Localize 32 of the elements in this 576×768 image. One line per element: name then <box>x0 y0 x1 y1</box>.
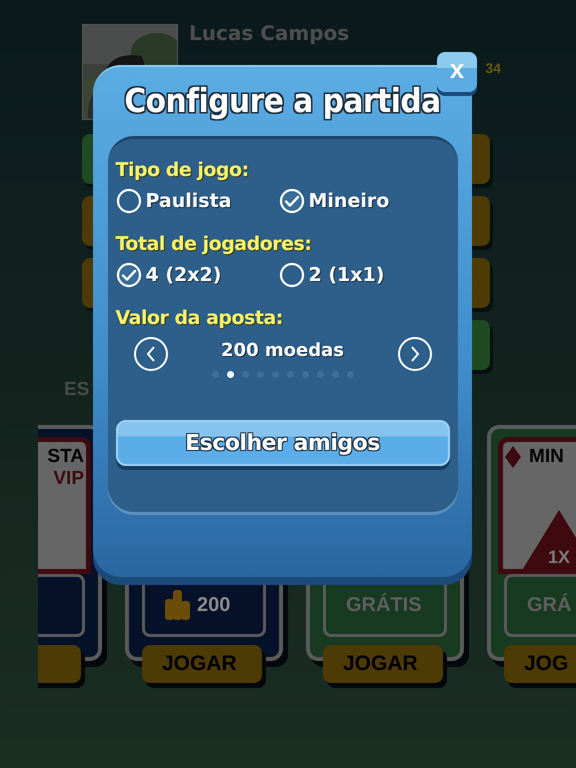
price-text: 200 <box>197 594 230 616</box>
coins-icon <box>165 590 191 620</box>
section-label: Valor da aposta: <box>116 307 284 329</box>
card-badge: 1X <box>521 510 576 572</box>
play-button[interactable]: JOGAR <box>323 645 443 683</box>
section-heading: ES <box>64 379 90 401</box>
play-button[interactable]: JOG <box>504 645 576 683</box>
previous-button[interactable] <box>134 337 168 371</box>
section-label: Tipo de jogo: <box>116 159 250 181</box>
card-title: STA <box>47 446 84 468</box>
diamond-icon <box>505 446 521 468</box>
bet-value: 200 moedas <box>221 340 344 361</box>
chevron-left-icon <box>144 346 156 362</box>
option-label[interactable]: Mineiro <box>308 190 390 212</box>
player-name: Lucas Campos <box>189 21 350 45</box>
checked-radio-icon[interactable] <box>278 188 304 214</box>
next-button[interactable] <box>398 337 432 371</box>
card-subtitle: VIP <box>53 468 84 490</box>
option-label[interactable]: 2 (1x1) <box>308 264 384 286</box>
checked-radio-icon[interactable] <box>116 262 142 288</box>
option-label[interactable]: Paulista <box>146 190 232 212</box>
price-text: GRÁTIS <box>346 594 422 616</box>
close-button[interactable]: x <box>437 52 477 92</box>
card-title: MIN <box>529 446 564 468</box>
coin-count: 34 <box>485 60 501 76</box>
option-label[interactable]: 4 (2x2) <box>146 264 222 286</box>
price-text: GRÁ <box>527 594 572 618</box>
radio-icon[interactable] <box>278 262 304 288</box>
play-button[interactable]: JOGAR <box>142 645 262 683</box>
section-label: Total de jogadores: <box>116 233 312 255</box>
radio-icon[interactable] <box>116 188 142 214</box>
chevron-right-icon <box>408 346 420 362</box>
